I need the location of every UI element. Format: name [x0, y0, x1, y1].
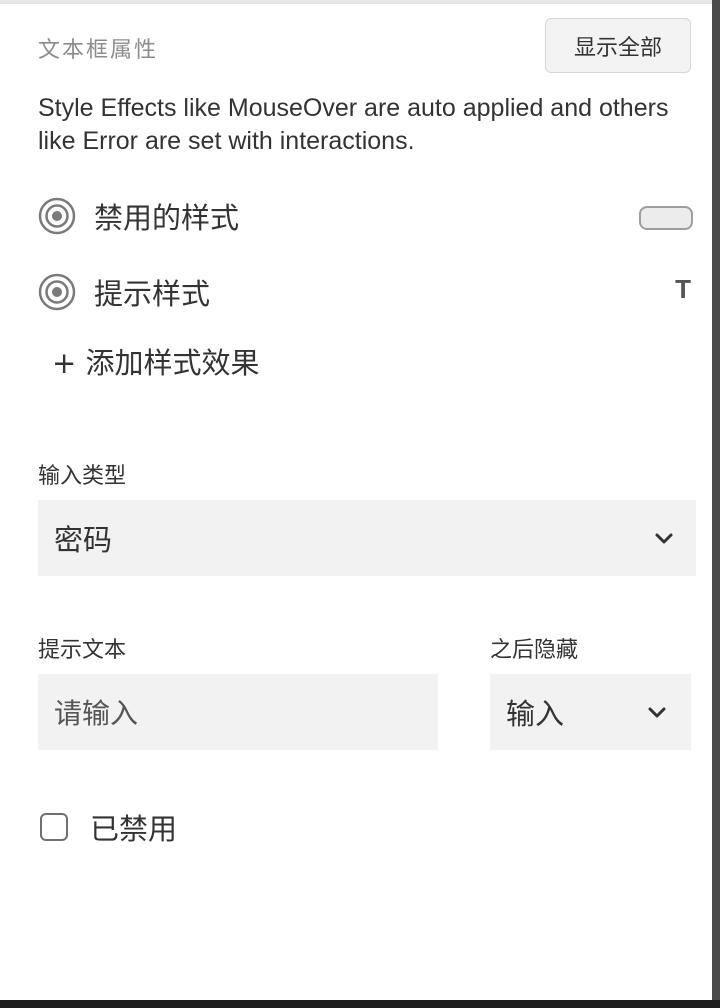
radio-target-icon — [38, 273, 76, 311]
textbox-properties-panel: 文本框属性 显示全部 Style Effects like MouseOver … — [0, 0, 720, 1008]
style-effects-description: Style Effects like MouseOver are auto ap… — [38, 94, 669, 155]
hide-after-select[interactable]: 输入 — [490, 674, 691, 750]
chevron-down-icon — [648, 707, 666, 718]
style-effect-hint-row[interactable]: 提示样式 T — [38, 270, 693, 314]
style-effect-label: 禁用的样式 — [94, 201, 240, 235]
hide-after-value: 输入 — [506, 697, 565, 731]
disabled-checkbox-row[interactable]: 已禁用 — [40, 806, 177, 848]
section-title: 文本框属性 — [38, 38, 159, 63]
input-type-value: 密码 — [54, 523, 113, 557]
panel-right-border — [712, 0, 720, 1008]
style-effect-label: 提示样式 — [94, 277, 211, 311]
disabled-checkbox-label: 已禁用 — [90, 812, 178, 846]
input-type-label: 输入类型 — [38, 464, 127, 489]
hint-text-value: 请输入 — [54, 697, 139, 730]
style-effect-disabled-row[interactable]: 禁用的样式 — [38, 194, 693, 238]
disabled-style-preview — [639, 206, 693, 230]
radio-target-icon — [38, 197, 76, 235]
hint-text-input[interactable]: 请输入 — [38, 674, 438, 750]
disabled-checkbox[interactable] — [40, 813, 68, 841]
top-divider — [0, 0, 712, 4]
show-all-button[interactable]: 显示全部 — [545, 18, 691, 73]
hint-text-label: 提示文本 — [38, 638, 127, 663]
add-style-effect-button[interactable]: + 添加样式效果 — [52, 340, 260, 382]
hide-after-label: 之后隐藏 — [490, 638, 579, 663]
bottom-border — [0, 1000, 720, 1008]
text-style-preview-icon: T — [675, 274, 691, 304]
input-type-select[interactable]: 密码 — [38, 500, 696, 576]
chevron-down-icon — [655, 533, 673, 544]
